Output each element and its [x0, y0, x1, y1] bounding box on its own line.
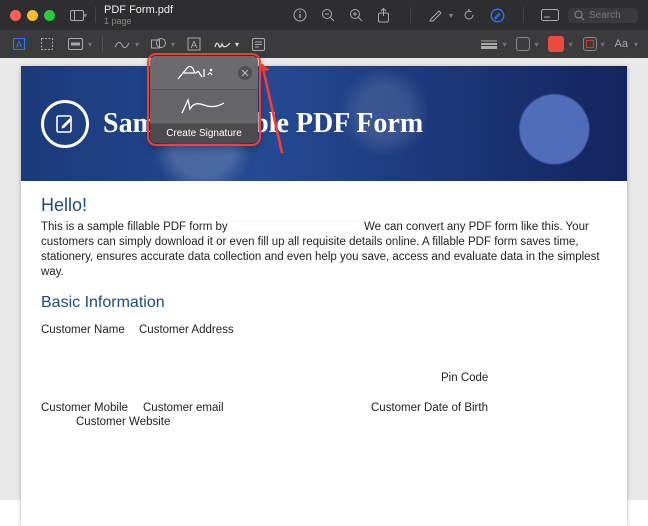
section-heading-basic: Basic Information	[41, 294, 607, 312]
label-customer-dob: Customer Date of Birth	[371, 402, 488, 414]
rotate-icon[interactable]	[459, 5, 479, 25]
redact-tool-icon[interactable]	[66, 35, 84, 53]
page-viewport[interactable]: Sample Fillable PDF Form Hello! This is …	[0, 58, 648, 500]
markup-toggle-icon[interactable]	[487, 5, 507, 25]
info-icon[interactable]	[290, 5, 310, 25]
chevron-down-icon[interactable]: ▾	[88, 40, 92, 49]
chevron-down-icon[interactable]: ▾	[171, 40, 175, 49]
close-window-button[interactable]	[10, 10, 21, 21]
search-icon	[574, 10, 585, 21]
chevron-down-icon[interactable]: ▾	[83, 11, 87, 20]
intro-paragraph: This is a sample fillable PDF form by We…	[41, 220, 607, 280]
highlight-icon[interactable]	[427, 5, 447, 25]
zoom-out-icon[interactable]	[318, 5, 338, 25]
intro-pre: This is a sample fillable PDF form by	[41, 221, 231, 233]
text-style-button[interactable]: Aa	[615, 38, 628, 50]
text-selection-tool-icon[interactable]: A	[10, 35, 28, 53]
label-customer-website: Customer Website	[76, 416, 170, 428]
signature-dropdown: Create Signature	[150, 56, 258, 143]
chevron-down-icon[interactable]: ▾	[235, 40, 239, 49]
document-banner: Sample Fillable PDF Form	[21, 66, 627, 181]
label-customer-email: Customer email	[143, 402, 224, 414]
search-field[interactable]: Search	[568, 8, 638, 23]
note-tool-icon[interactable]	[249, 35, 267, 53]
label-customer-mobile: Customer Mobile	[41, 402, 128, 414]
hello-heading: Hello!	[41, 195, 607, 216]
maximize-window-button[interactable]	[44, 10, 55, 21]
titlebar: ▾ PDF Form.pdf 1 page ▾ Search	[0, 0, 648, 30]
pdf-page: Sample Fillable PDF Form Hello! This is …	[21, 66, 627, 526]
edit-form-icon	[41, 100, 89, 148]
document-title: PDF Form.pdf	[104, 4, 173, 16]
shape-style-swatch[interactable]	[583, 37, 597, 51]
chevron-down-icon[interactable]: ▾	[449, 11, 453, 20]
create-signature-button[interactable]: Create Signature	[150, 124, 258, 143]
shapes-tool-icon[interactable]	[149, 35, 167, 53]
form-field-icon[interactable]	[540, 5, 560, 25]
markup-toolbar: A ▾ ▾ ▾ A ▾ ▾ ▾ ▾ ▾ Aa ▾	[0, 30, 648, 58]
annotation-arrow	[258, 58, 288, 163]
form-fields-area: Customer Name Customer Address Pin Code …	[41, 324, 607, 434]
text-tool-icon[interactable]: A	[185, 35, 203, 53]
svg-text:A: A	[16, 40, 22, 50]
line-style-icon[interactable]	[480, 35, 498, 53]
redacted-vendor-name	[231, 222, 361, 232]
document-title-block: PDF Form.pdf 1 page	[104, 4, 173, 26]
window-controls	[10, 10, 55, 21]
minimize-window-button[interactable]	[27, 10, 38, 21]
chevron-down-icon[interactable]: ▾	[568, 40, 572, 49]
chevron-down-icon[interactable]: ▾	[634, 40, 638, 49]
label-pin-code: Pin Code	[441, 372, 488, 384]
fill-color-swatch[interactable]	[548, 36, 564, 52]
signature-option-1[interactable]	[150, 56, 258, 90]
chevron-down-icon[interactable]: ▾	[601, 40, 605, 49]
stroke-color-swatch[interactable]	[516, 37, 530, 51]
document-subtitle: 1 page	[104, 16, 173, 26]
share-icon[interactable]	[374, 5, 394, 25]
search-placeholder: Search	[589, 10, 621, 21]
rect-selection-tool-icon[interactable]	[38, 35, 56, 53]
chevron-down-icon[interactable]: ▾	[534, 40, 538, 49]
chevron-down-icon[interactable]: ▾	[135, 40, 139, 49]
zoom-in-icon[interactable]	[346, 5, 366, 25]
chevron-down-icon[interactable]: ▾	[502, 40, 506, 49]
label-customer-address: Customer Address	[139, 324, 234, 336]
sketch-tool-icon[interactable]	[113, 35, 131, 53]
delete-signature-icon[interactable]	[238, 66, 252, 80]
label-customer-name: Customer Name	[41, 324, 125, 336]
signature-option-2[interactable]	[150, 90, 258, 124]
sign-tool-icon[interactable]	[213, 35, 231, 53]
svg-text:A: A	[191, 40, 198, 51]
